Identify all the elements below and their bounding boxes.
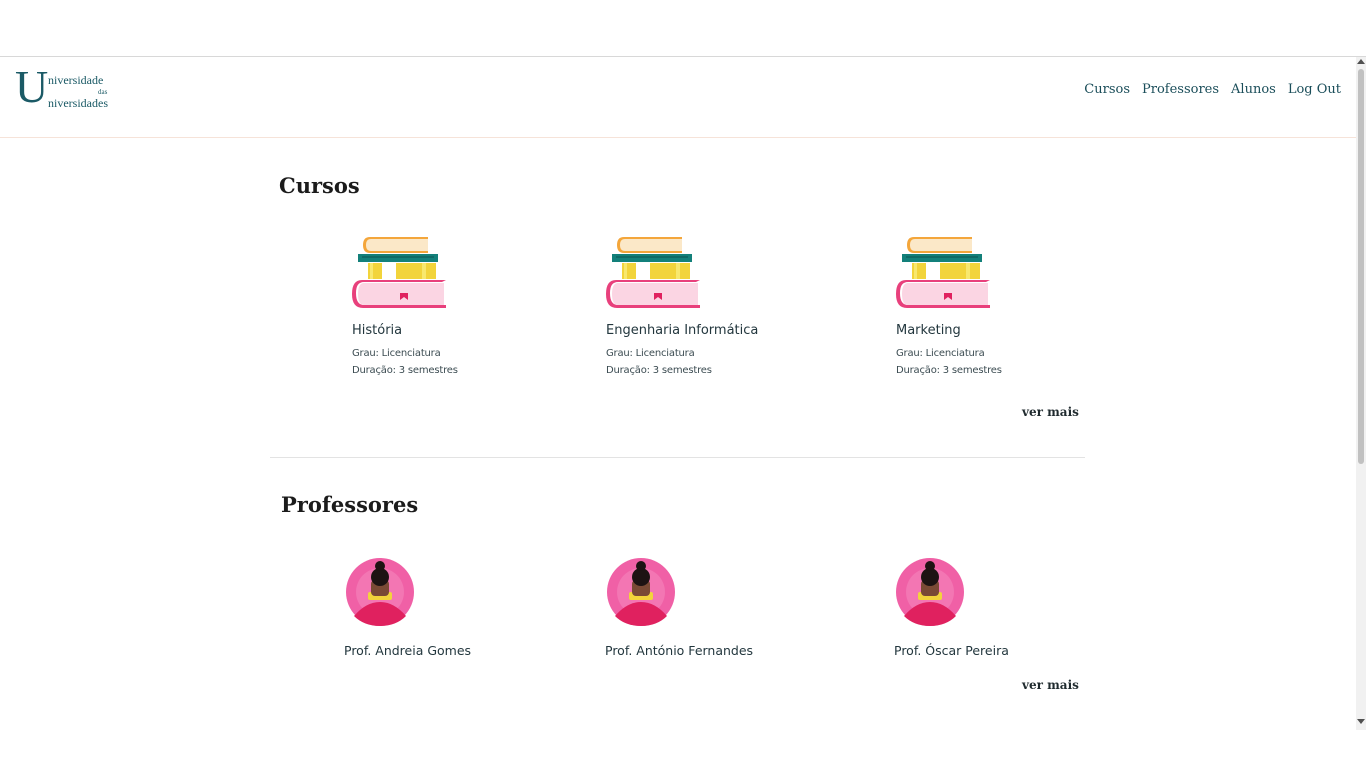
course-duration: Duração: 3 semestres xyxy=(896,365,1002,376)
professor-avatar-icon xyxy=(346,558,414,626)
course-duration: Duração: 3 semestres xyxy=(352,365,458,376)
professor-name[interactable]: Prof. Andreia Gomes xyxy=(344,643,471,658)
logo-letter: U xyxy=(15,61,49,112)
professors-see-more-link[interactable]: ver mais xyxy=(1022,678,1079,692)
course-name[interactable]: História xyxy=(352,323,402,338)
professor-name[interactable]: Prof. António Fernandes xyxy=(605,643,753,658)
courses-section-title: Cursos xyxy=(279,173,360,198)
nav-log-out[interactable]: Log Out xyxy=(1288,82,1341,97)
nav-alunos[interactable]: Alunos xyxy=(1231,82,1276,97)
nav-cursos[interactable]: Cursos xyxy=(1084,82,1130,97)
logo-line-3: niversidades xyxy=(48,96,108,110)
logo-line-1: niversidade xyxy=(48,73,104,87)
books-icon xyxy=(896,237,990,308)
course-degree: Grau: Licenciatura xyxy=(606,348,695,359)
site-header: U niversidade das niversidades Cursos Pr… xyxy=(0,57,1356,138)
courses-see-more-link[interactable]: ver mais xyxy=(1022,405,1079,419)
scroll-down-arrow-icon[interactable] xyxy=(1357,719,1365,724)
browser-top-strip xyxy=(0,0,1366,57)
course-degree: Grau: Licenciatura xyxy=(352,348,441,359)
section-divider xyxy=(270,457,1085,458)
professor-avatar-icon xyxy=(896,558,964,626)
scrollbar-thumb[interactable] xyxy=(1358,69,1364,464)
main-nav: Cursos Professores Alunos Log Out xyxy=(1084,82,1341,97)
course-degree: Grau: Licenciatura xyxy=(896,348,985,359)
course-duration: Duração: 3 semestres xyxy=(606,365,712,376)
course-name[interactable]: Marketing xyxy=(896,323,961,338)
professor-name[interactable]: Prof. Óscar Pereira xyxy=(894,643,1009,658)
books-icon xyxy=(606,237,700,308)
scroll-up-arrow-icon[interactable] xyxy=(1357,59,1365,64)
university-logo[interactable]: U niversidade das niversidades xyxy=(15,64,125,114)
books-icon xyxy=(352,237,446,308)
nav-professores[interactable]: Professores xyxy=(1142,82,1219,97)
page-scrollbar[interactable] xyxy=(1356,57,1366,730)
professors-section-title: Professores xyxy=(281,492,419,517)
course-name[interactable]: Engenharia Informática xyxy=(606,323,758,338)
logo-line-2: das xyxy=(98,88,108,96)
professor-avatar-icon xyxy=(607,558,675,626)
